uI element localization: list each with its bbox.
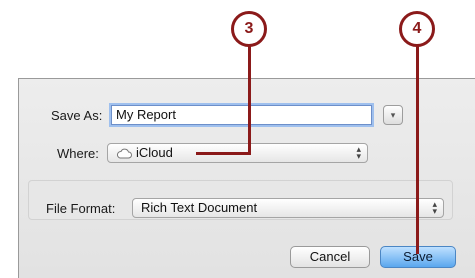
- callout-4-vertical-line: [416, 42, 419, 254]
- callout-3-vertical-line: [248, 42, 251, 155]
- popup-arrows-icon: ▴ ▾: [432, 199, 437, 216]
- filename-value: My Report: [116, 107, 176, 122]
- file-format-label: File Format:: [46, 201, 116, 216]
- filename-field[interactable]: My Report: [111, 105, 372, 125]
- file-format-popup[interactable]: Rich Text Document ▴ ▾: [132, 198, 444, 218]
- where-value: iCloud: [136, 145, 173, 160]
- callout-4-badge: 4: [399, 11, 435, 47]
- cancel-button[interactable]: Cancel: [290, 246, 370, 268]
- chevron-down-icon: ▾: [390, 110, 396, 120]
- cloud-icon: [116, 148, 132, 159]
- callout-3-horizontal-line: [196, 152, 251, 155]
- file-format-value: Rich Text Document: [141, 200, 258, 215]
- where-label: Where:: [57, 146, 99, 161]
- popup-arrows-icon: ▴ ▾: [356, 144, 361, 161]
- callout-3-badge: 3: [231, 11, 267, 47]
- expand-dialog-button[interactable]: ▾: [383, 105, 403, 125]
- save-as-label: Save As:: [51, 108, 103, 123]
